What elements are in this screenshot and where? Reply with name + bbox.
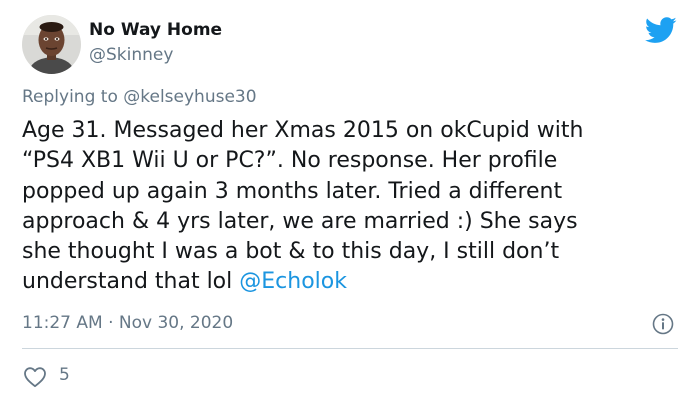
user-avatar-icon [22,15,81,74]
twitter-bird-icon[interactable] [645,17,677,44]
tweet-text: Age 31. Messaged her Xmas 2015 on okCupi… [22,116,692,298]
replying-to-label: Replying to [22,87,124,107]
like-count: 5 [59,365,70,385]
heart-icon[interactable] [23,366,47,388]
user-handle[interactable]: @Skinney [89,45,173,65]
info-icon[interactable] [652,313,674,335]
tweet-timestamp[interactable]: 11:27 AM · Nov 30, 2020 [22,313,233,333]
tweet-text-content: Age 31. Messaged her Xmas 2015 on okCupi… [22,118,584,295]
avatar[interactable] [22,15,81,74]
replying-to: Replying to @kelseyhuse30 [22,87,257,107]
mention-link[interactable]: @Echolok [239,269,347,294]
reply-to-handle-link[interactable]: @kelseyhuse30 [123,87,256,107]
display-name[interactable]: No Way Home [89,20,222,40]
divider [22,348,678,349]
